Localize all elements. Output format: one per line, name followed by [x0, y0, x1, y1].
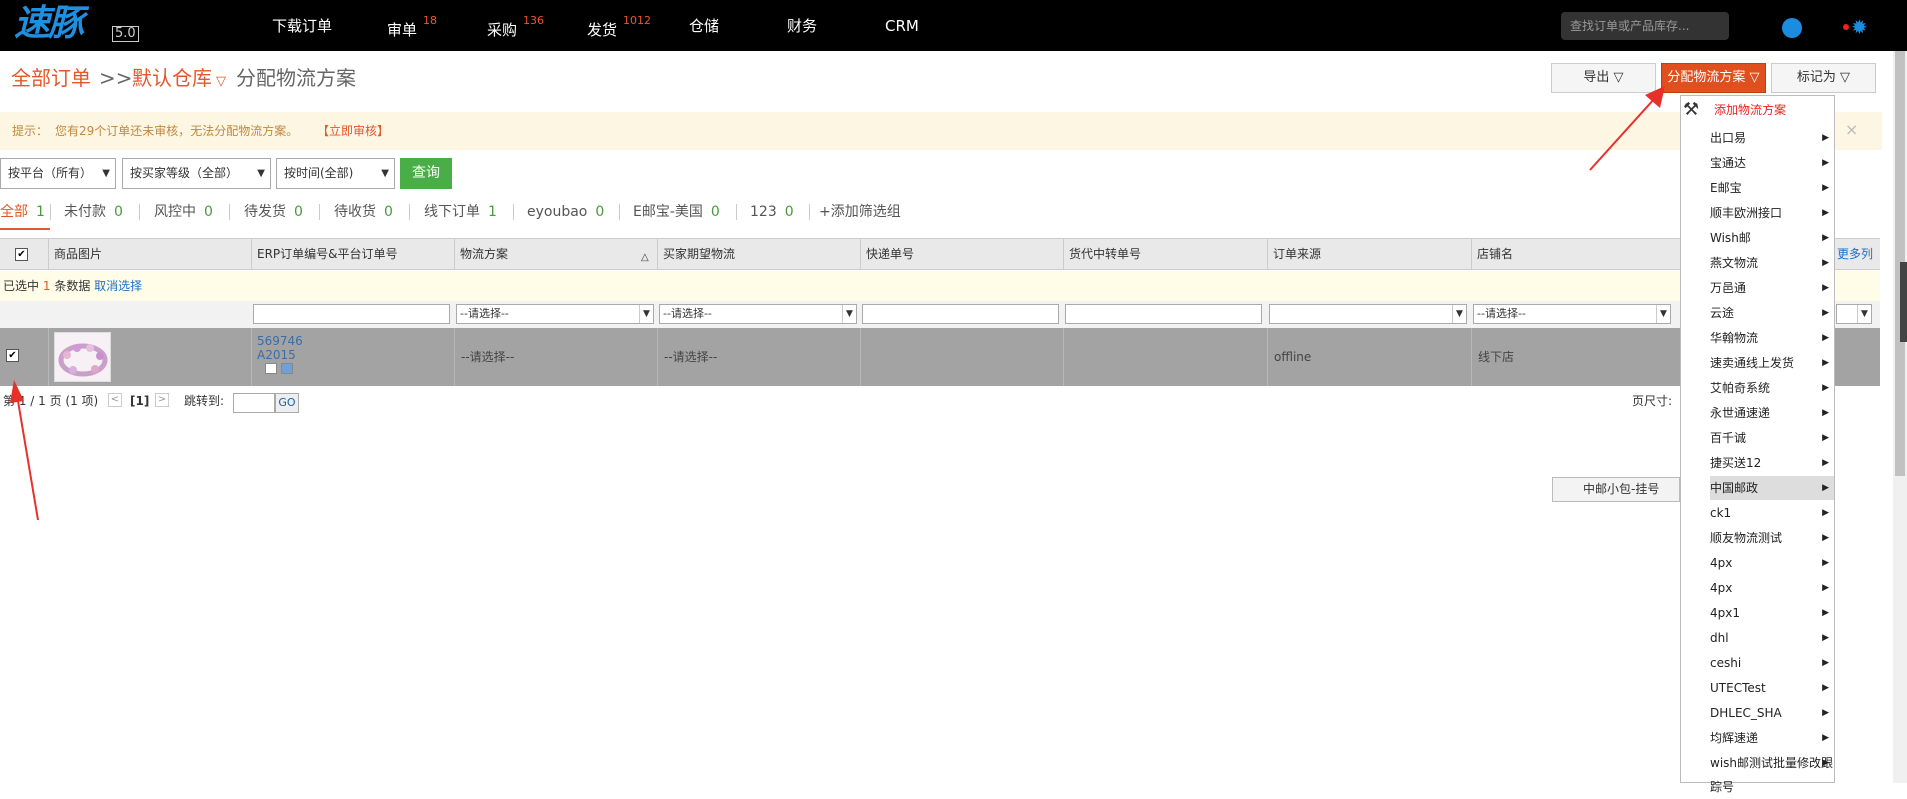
annotation-arrows	[10, 86, 1665, 521]
annotation-arrowhead-icon	[10, 380, 24, 403]
annotation-arrow-icon	[16, 394, 39, 521]
annotation-arrow-icon	[1589, 97, 1656, 171]
